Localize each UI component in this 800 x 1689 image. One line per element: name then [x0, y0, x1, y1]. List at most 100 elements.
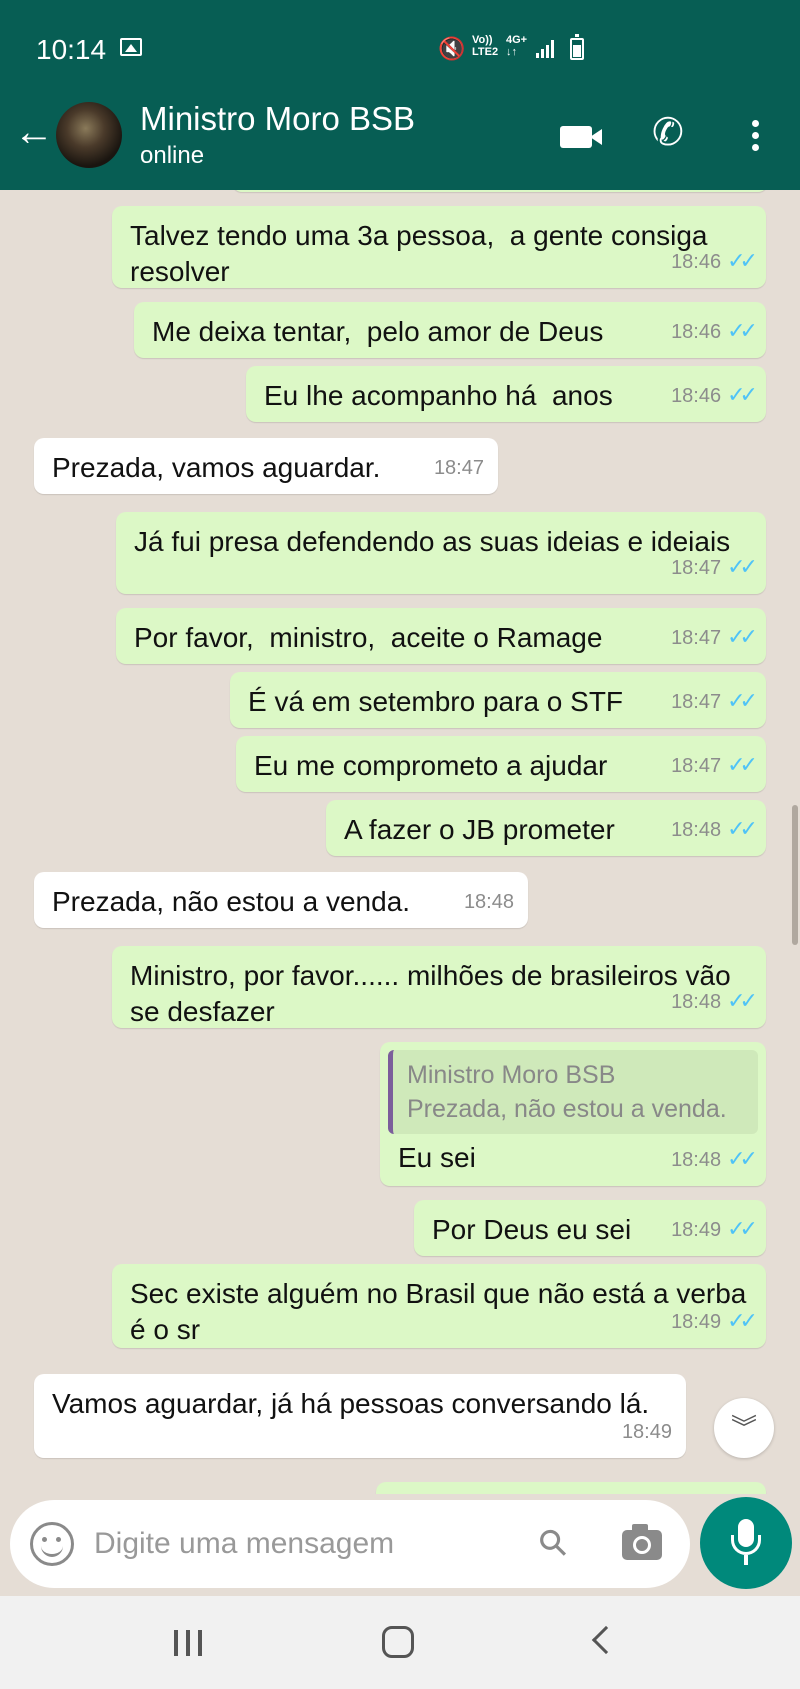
message-text: Eu me comprometo a ajudar	[254, 750, 608, 781]
message-time: 18:47	[671, 627, 722, 649]
mute-icon: 🔇	[438, 36, 466, 61]
read-ticks-icon: ✓✓	[727, 248, 758, 273]
message-bubble-outgoing[interactable]: Por favor, ministro, aceite o Ramage 18:…	[116, 608, 766, 664]
contact-avatar[interactable]	[56, 102, 122, 168]
message-bubble-outgoing[interactable]: Eu me comprometo a ajudar 18:47 ✓✓	[236, 736, 766, 792]
read-ticks-icon: ✓✓	[727, 752, 758, 777]
message-bubble-outgoing[interactable]: Ministro, por favor...... milhões de bra…	[112, 946, 766, 1028]
recent-apps-icon[interactable]	[174, 1630, 204, 1656]
attach-paperclip-icon[interactable]: ⚲	[529, 1519, 577, 1567]
network-type-indicator: 4G+ ↓↑	[506, 34, 528, 58]
more-options-icon[interactable]	[752, 120, 760, 154]
message-meta: 18:47 ✓✓	[671, 619, 758, 656]
message-text: Prezada, não estou a venda.	[52, 886, 411, 917]
message-text: A fazer o JB prometer	[344, 814, 615, 845]
chat-messages[interactable]: Talvez tendo uma 3a pessoa, a gente cons…	[0, 190, 800, 1494]
message-bubble-outgoing[interactable]: É vá em setembro para o STF 18:47 ✓✓	[230, 672, 766, 728]
system-navigation-bar	[0, 1596, 800, 1689]
message-time: 18:49	[671, 1219, 722, 1241]
message-bubble-partial	[376, 1482, 766, 1494]
message-time: 18:49	[671, 1311, 722, 1333]
message-bubble-reply[interactable]: Ministro Moro BSB Prezada, não estou a v…	[380, 1042, 766, 1186]
message-meta: 18:47 ✓✓	[671, 683, 758, 720]
volte-indicator: Vo)) LTE2	[472, 34, 499, 58]
voice-call-icon[interactable]: ✆	[652, 110, 684, 155]
double-chevron-down-icon: ︾	[730, 1413, 757, 1443]
voice-message-button[interactable]	[700, 1497, 792, 1589]
message-bubble-incoming[interactable]: Vamos aguardar, já há pessoas conversand…	[34, 1374, 686, 1458]
message-text: Por favor, ministro, aceite o Ramage	[134, 622, 603, 653]
chat-scrollbar[interactable]	[792, 805, 798, 945]
message-time: 18:48	[463, 891, 514, 913]
system-back-icon[interactable]	[591, 1625, 621, 1655]
message-meta: 18:48	[464, 884, 514, 920]
camera-icon[interactable]	[622, 1524, 662, 1560]
message-meta: 18:47	[434, 450, 484, 486]
back-arrow-icon[interactable]: ←	[14, 112, 54, 152]
message-meta: 18:48 ✓✓	[671, 983, 758, 1020]
home-icon[interactable]	[382, 1626, 414, 1658]
message-bubble-outgoing[interactable]: Sec existe alguém no Brasil que não está…	[112, 1264, 766, 1348]
message-text: Talvez tendo uma 3a pessoa, a gente cons…	[130, 220, 716, 287]
quoted-sender: Ministro Moro BSB	[407, 1061, 616, 1089]
read-ticks-icon: ✓✓	[727, 988, 758, 1013]
read-ticks-icon: ✓✓	[727, 688, 758, 713]
read-ticks-icon: ✓✓	[727, 1308, 758, 1333]
battery-icon	[570, 34, 584, 60]
message-time: 18:48	[671, 819, 722, 841]
message-time: 18:46	[671, 321, 722, 343]
message-text: Ministro, por favor...... milhões de bra…	[130, 960, 739, 1027]
message-meta: 18:46 ✓✓	[671, 313, 758, 350]
message-meta: 18:49	[622, 1414, 672, 1450]
message-time: 18:47	[671, 691, 722, 713]
signal-strength-icon	[536, 38, 558, 58]
message-text: Vamos aguardar, já há pessoas conversand…	[52, 1388, 650, 1419]
read-ticks-icon: ✓✓	[727, 816, 758, 841]
message-text: É vá em setembro para o STF	[248, 686, 624, 717]
message-meta: 18:48 ✓✓	[671, 811, 758, 848]
contact-name[interactable]: Ministro Moro BSB	[140, 100, 415, 138]
message-bubble-outgoing[interactable]: Eu lhe acompanho há anos 18:46 ✓✓	[246, 366, 766, 422]
message-text: Sec existe alguém no Brasil que não está…	[130, 1278, 755, 1345]
message-bubble-outgoing[interactable]: Por Deus eu sei 18:49 ✓✓	[414, 1200, 766, 1256]
message-text: Eu lhe acompanho há anos	[264, 380, 613, 411]
message-meta: 18:47 ✓✓	[671, 747, 758, 784]
message-text: Já fui presa defendendo as suas ideias e…	[134, 526, 731, 557]
status-bar: 10:14 🔇 Vo)) LTE2 4G+ ↓↑	[0, 0, 800, 80]
message-time: 18:46	[671, 251, 722, 273]
read-ticks-icon: ✓✓	[727, 382, 758, 407]
message-bubble-incoming[interactable]: Prezada, vamos aguardar. 18:47	[34, 438, 498, 494]
message-composer: ⚲	[10, 1500, 690, 1588]
read-ticks-icon: ✓✓	[727, 1216, 758, 1241]
read-ticks-icon: ✓✓	[727, 554, 758, 579]
contact-status: online	[140, 142, 205, 169]
read-ticks-icon: ✓✓	[727, 318, 758, 343]
message-time: 18:48	[671, 991, 722, 1013]
message-bubble-outgoing[interactable]: Já fui presa defendendo as suas ideias e…	[116, 512, 766, 594]
scroll-to-bottom-button[interactable]: ︾	[714, 1398, 774, 1458]
emoji-icon[interactable]	[30, 1522, 74, 1566]
message-bubble-partial	[232, 190, 768, 192]
message-meta: 18:49 ✓✓	[671, 1211, 758, 1248]
message-meta: 18:49 ✓✓	[671, 1303, 758, 1340]
read-ticks-icon: ✓✓	[727, 1146, 758, 1171]
message-bubble-outgoing[interactable]: Me deixa tentar, pelo amor de Deus 18:46…	[134, 302, 766, 358]
quoted-message[interactable]: Ministro Moro BSB Prezada, não estou a v…	[388, 1050, 758, 1134]
message-meta: 18:46 ✓✓	[671, 377, 758, 414]
video-call-icon[interactable]	[560, 126, 602, 148]
message-meta: 18:48 ✓✓	[671, 1141, 758, 1178]
message-bubble-incoming[interactable]: Prezada, não estou a venda. 18:48	[34, 872, 528, 928]
message-text: Por Deus eu sei	[432, 1214, 632, 1245]
message-bubble-outgoing[interactable]: Talvez tendo uma 3a pessoa, a gente cons…	[112, 206, 766, 288]
message-time: 18:48	[671, 1149, 722, 1171]
gallery-notification-icon	[120, 38, 142, 56]
message-input[interactable]	[94, 1522, 514, 1566]
message-text: Prezada, vamos aguardar.	[52, 452, 381, 483]
message-bubble-outgoing[interactable]: A fazer o JB prometer 18:48 ✓✓	[326, 800, 766, 856]
quoted-text: Prezada, não estou a venda.	[407, 1095, 727, 1123]
message-time: 18:49	[621, 1421, 672, 1443]
message-time: 18:47	[671, 557, 722, 579]
message-meta: 18:47 ✓✓	[671, 549, 758, 586]
message-meta: 18:46 ✓✓	[671, 243, 758, 280]
message-text: Eu sei	[398, 1142, 476, 1173]
